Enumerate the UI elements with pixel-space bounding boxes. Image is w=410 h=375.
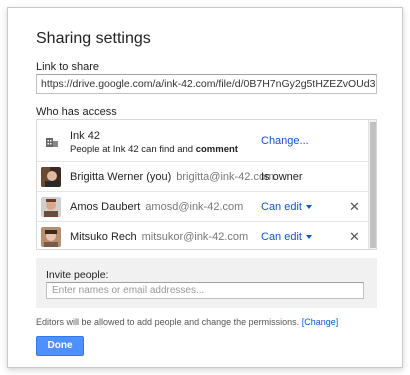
sharing-dialog: Sharing settings Link to share https://d…: [7, 7, 403, 368]
invite-label: Invite people:: [46, 269, 109, 281]
access-name-line: Mitsuko Rech mitsukor@ink-42.com: [70, 231, 248, 243]
permission-label: Can edit: [261, 231, 302, 243]
dialog-title: Sharing settings: [36, 30, 151, 47]
editors-note-text: Editors will be allowed to add people an…: [36, 317, 300, 327]
chevron-down-icon: [305, 205, 312, 210]
access-list: Ink 42 People at Ink 42 can find and com…: [36, 119, 377, 250]
remove-user-icon[interactable]: ✕: [349, 199, 360, 215]
access-email: brigitta@ink-42.com: [176, 171, 275, 183]
access-email: amosd@ink-42.com: [145, 201, 244, 213]
permission-label: Can edit: [261, 201, 302, 213]
owner-label: Is owner: [261, 171, 303, 183]
scrollbar-thumb[interactable]: [370, 122, 376, 248]
access-name: Amos Daubert: [70, 201, 141, 213]
change-visibility-link[interactable]: Change...: [261, 135, 309, 147]
access-label: Who has access: [36, 106, 117, 118]
building-icon: [46, 138, 58, 147]
invite-input[interactable]: Enter names or email addresses...: [46, 282, 364, 299]
link-label: Link to share: [36, 61, 99, 73]
access-email: mitsukor@ink-42.com: [141, 231, 249, 243]
done-button[interactable]: Done: [36, 336, 84, 356]
access-description: People at Ink 42 can find and comment: [70, 144, 238, 155]
editors-note: Editors will be allowed to add people an…: [36, 317, 338, 327]
remove-user-icon[interactable]: ✕: [349, 229, 360, 245]
access-description-text: People at Ink 42 can find and: [70, 144, 194, 155]
access-description-level: comment: [195, 144, 238, 155]
chevron-down-icon: [305, 235, 312, 240]
permission-dropdown[interactable]: Can edit: [261, 231, 312, 243]
avatar: [41, 227, 61, 247]
change-editors-link[interactable]: [Change]: [302, 317, 339, 327]
avatar: [41, 167, 61, 187]
access-row-ink42: Ink 42 People at Ink 42 can find and com…: [37, 120, 368, 162]
access-name-line: Brigitta Werner (you) brigitta@ink-42.com: [70, 171, 274, 183]
invite-panel: Invite people: Enter names or email addr…: [36, 258, 377, 308]
access-name: Brigitta Werner (you): [70, 171, 172, 183]
access-list-scrollbar[interactable]: [368, 120, 376, 249]
share-link-field[interactable]: https://drive.google.com/a/ink-42.com/fi…: [36, 74, 377, 94]
access-name: Ink 42: [70, 130, 100, 142]
access-name: Mitsuko Rech: [70, 231, 137, 243]
access-row-amos: Amos Daubert amosd@ink-42.com Can edit ✕: [37, 192, 368, 222]
access-row-mitsuko: Mitsuko Rech mitsukor@ink-42.com Can edit…: [37, 222, 368, 249]
access-name-line: Amos Daubert amosd@ink-42.com: [70, 201, 243, 213]
avatar: [41, 197, 61, 217]
permission-dropdown[interactable]: Can edit: [261, 201, 312, 213]
access-row-owner: Brigitta Werner (you) brigitta@ink-42.com…: [37, 162, 368, 192]
